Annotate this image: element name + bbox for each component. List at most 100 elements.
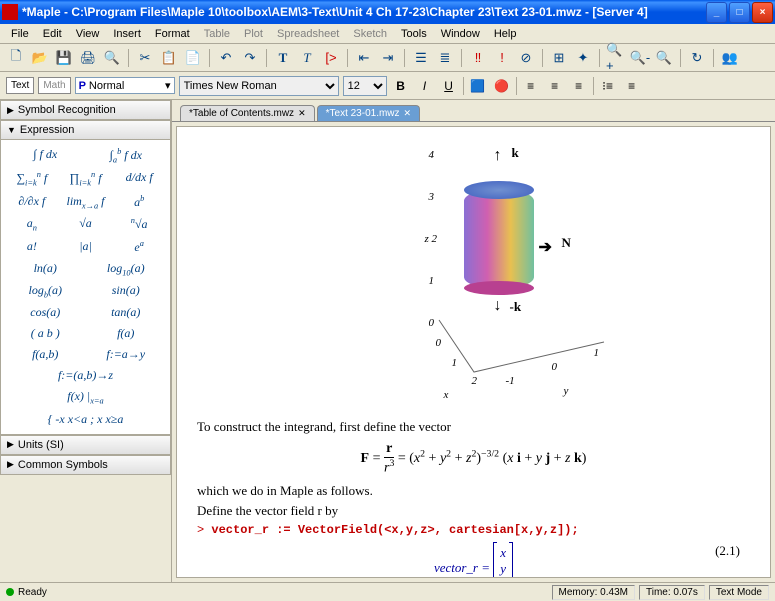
close-icon[interactable]: ✕ [404,108,412,119]
menu-view[interactable]: View [69,26,107,42]
menu-help[interactable]: Help [487,26,524,42]
para-style[interactable]: Normal [89,80,124,92]
help-icon[interactable]: 👥 [720,48,740,68]
menu-format[interactable]: Format [148,26,197,42]
menu-table[interactable]: Table [197,26,237,42]
tabgrid-icon[interactable]: ⊞ [549,48,569,68]
expr-piecewise[interactable]: { -x x<a ; x x≥a [5,412,166,427]
plot-3d[interactable]: ↑ k ➔ N ↓ -k 4 3 z 2 1 0 0 1 2 x -1 0 1 … [334,139,614,409]
math-formula: F = rr3 = (x2 + y2 + z2)−3/2 (x i + y j … [197,441,750,477]
exec-icon[interactable]: ‼ [468,48,488,68]
bullets-icon[interactable]: ⁝≡ [598,76,618,96]
menu-window[interactable]: Window [434,26,487,42]
expr-sum[interactable]: ∑i=kn f [5,170,59,187]
mode-math-button[interactable]: Math [38,77,70,94]
expr-limit[interactable]: limx→a f [59,194,113,210]
new-icon[interactable]: 🗋 [6,48,26,68]
expr-log10[interactable]: log10(a) [86,261,167,277]
indent-right-icon[interactable]: ⇥ [378,48,398,68]
bold-button[interactable]: B [391,76,411,96]
expr-power[interactable]: ab [112,194,166,210]
prompt-icon[interactable]: [> [321,48,341,68]
expr-exp[interactable]: ea [112,239,166,255]
expr-partial[interactable]: ∂/∂x f [5,194,59,210]
palette-symbol-recognition[interactable]: ▶Symbol Recognition [0,100,171,120]
menu-spreadsheet[interactable]: Spreadsheet [270,26,346,42]
align-right-icon[interactable]: ≡ [569,76,589,96]
preview-icon[interactable]: 🔍 [102,48,122,68]
arrow-up-icon: ↑ [494,147,502,165]
maple-input[interactable]: > vector_r := VectorField(<x,y,z>, carte… [197,523,750,537]
paste-icon[interactable]: 📄 [183,48,203,68]
expr-sin[interactable]: sin(a) [86,283,167,299]
zoom-in-icon[interactable]: 🔍+ [606,48,626,68]
tab-active[interactable]: *Text 23-01.mwz✕ [317,105,420,121]
expr-deriv[interactable]: d/dx f [112,170,166,187]
palette-units[interactable]: ▶Units (SI) [0,435,171,455]
expr-f2[interactable]: f(a,b) [5,347,86,362]
menu-sketch[interactable]: Sketch [346,26,394,42]
font-select[interactable]: Times New Roman [179,76,339,96]
status-time: Time: 0.07s [639,585,705,600]
palette-expression[interactable]: ▼Expression [0,120,171,140]
italic-button[interactable]: I [415,76,435,96]
zoom-out-icon[interactable]: 🔍- [630,48,650,68]
expr-nroot[interactable]: n√a [112,216,166,232]
expr-arrow[interactable]: f:=a→y [86,347,167,362]
zoom-reset-icon[interactable]: 🔍 [654,48,674,68]
subsection-icon[interactable]: ≣ [435,48,455,68]
size-select[interactable]: 12 [343,76,387,96]
close-button[interactable]: × [752,2,773,23]
expr-logb[interactable]: logb(a) [5,283,86,299]
align-center-icon[interactable]: ≡ [545,76,565,96]
doc-tabs: *Table of Contents.mwz✕ *Text 23-01.mwz✕ [172,100,775,122]
menu-edit[interactable]: Edit [36,26,69,42]
expr-tan[interactable]: tan(a) [86,305,167,320]
tab-toc[interactable]: *Table of Contents.mwz✕ [180,105,315,121]
save-icon[interactable]: 💾 [54,48,74,68]
expr-abs[interactable]: |a| [59,239,113,255]
palette-common-symbols[interactable]: ▶Common Symbols [0,455,171,475]
maximize-button[interactable]: □ [729,2,750,23]
close-icon[interactable]: ✕ [298,108,306,119]
open-icon[interactable]: 📂 [30,48,50,68]
stop-icon[interactable]: ⊘ [516,48,536,68]
bookmark-icon[interactable]: ✦ [573,48,593,68]
highlight-icon[interactable]: 🔴 [492,76,512,96]
expr-defint[interactable]: ∫ab f dx [86,147,167,164]
menu-tools[interactable]: Tools [394,26,434,42]
menu-file[interactable]: File [4,26,36,42]
section-icon[interactable]: ☰ [411,48,431,68]
font-color-icon[interactable]: 🟦 [468,76,488,96]
underline-button[interactable]: U [439,76,459,96]
expr-integral[interactable]: ∫ f dx [5,147,86,164]
expr-arrow2[interactable]: f:=(a,b)→z [5,368,166,383]
document-canvas[interactable]: ↑ k ➔ N ↓ -k 4 3 z 2 1 0 0 1 2 x -1 0 1 … [176,126,771,578]
expr-eval[interactable]: f(x) |x=a [5,389,166,405]
expr-binom[interactable]: ( a b ) [5,326,86,341]
undo-icon[interactable]: ↶ [216,48,236,68]
mode-text-button[interactable]: Text [6,77,34,94]
numbered-icon[interactable]: ≡ [622,76,642,96]
text-mode-icon[interactable]: T [273,48,293,68]
expr-prod[interactable]: ∏i=kn f [59,170,113,187]
expr-sqrt[interactable]: √a [59,216,113,232]
expr-fact[interactable]: a! [5,239,59,255]
math-mode-icon[interactable]: T [297,48,317,68]
expr-ln[interactable]: ln(a) [5,261,86,277]
expr-sub[interactable]: an [5,216,59,232]
exec-step-icon[interactable]: ! [492,48,512,68]
expr-fapply[interactable]: f(a) [86,326,167,341]
align-left-icon[interactable]: ≡ [521,76,541,96]
menu-plot[interactable]: Plot [237,26,270,42]
restart-icon[interactable]: ↻ [687,48,707,68]
menu-insert[interactable]: Insert [106,26,148,42]
minimize-button[interactable]: _ [706,2,727,23]
indent-left-icon[interactable]: ⇤ [354,48,374,68]
expr-cos[interactable]: cos(a) [5,305,86,320]
cut-icon[interactable]: ✂ [135,48,155,68]
print-icon[interactable]: 🖨 [78,48,98,68]
redo-icon[interactable]: ↷ [240,48,260,68]
label-N: N [562,235,571,251]
copy-icon[interactable]: 📋 [159,48,179,68]
